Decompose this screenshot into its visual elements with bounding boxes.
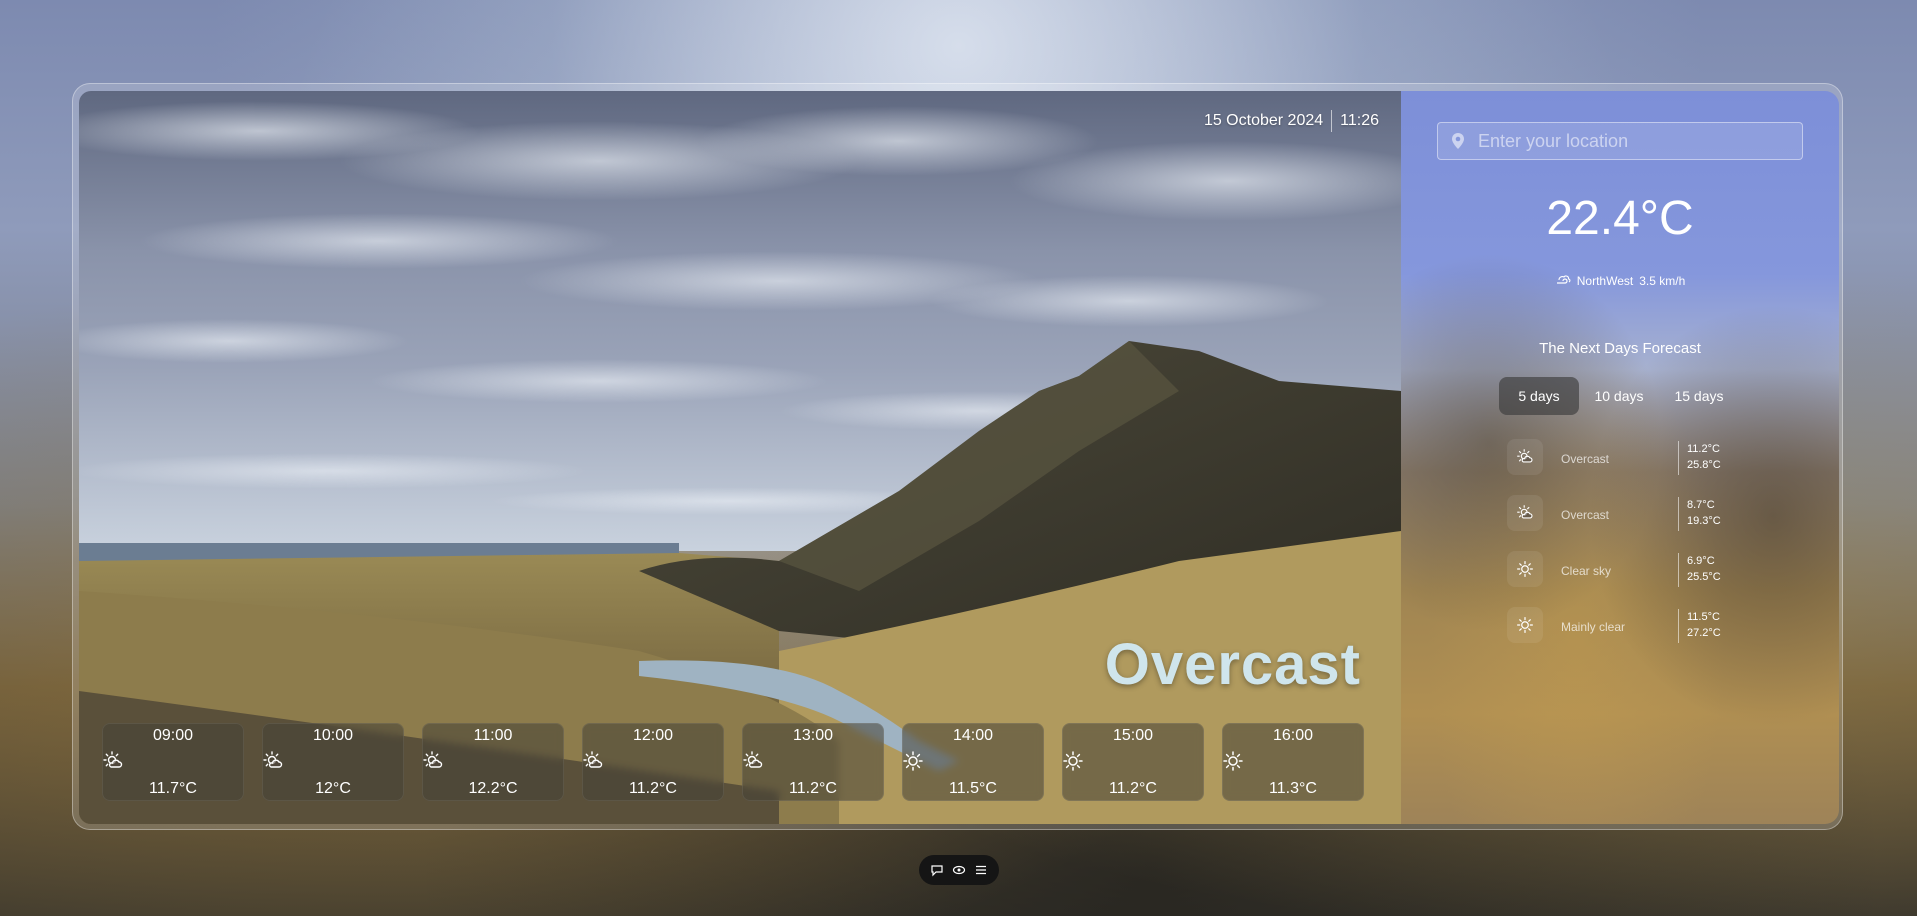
hour-time: 13:00: [792, 727, 834, 744]
date-label: 15 October 2024: [1203, 112, 1324, 129]
hour-time: 14:00: [952, 727, 994, 744]
eye-icon[interactable]: [951, 862, 967, 878]
forecast-day-row[interactable]: Overcast 8.7°C 19.3°C: [1507, 495, 1747, 535]
hour-temperature: 12°C: [315, 780, 351, 797]
landscape-image: [79, 91, 1401, 824]
partly-cloudy-icon: [1507, 495, 1543, 531]
day-low-temp: 8.7°C: [1687, 499, 1715, 511]
location-input[interactable]: [1476, 129, 1780, 153]
hour-card[interactable]: 11:00 12.2°C: [422, 723, 564, 801]
hour-time: 11:00: [473, 727, 513, 744]
hour-card[interactable]: 09:00 11.7°C: [102, 723, 244, 801]
hour-temperature: 12.2°C: [468, 780, 518, 797]
hour-time: 15:00: [1112, 727, 1154, 744]
weather-panel: 22.4°C NorthWest 3.5 km/h The Next Days …: [1401, 91, 1839, 824]
hour-temperature: 11.7°C: [149, 780, 197, 797]
partly-cloudy-icon: [742, 750, 884, 772]
day-high-temp: 25.8°C: [1687, 459, 1721, 471]
weather-scene: 15 October 2024 11:26 Overcast 09:00 11.…: [79, 91, 1401, 824]
hourly-forecast: 09:00 11.7°C 10:00 12°C 11:00 12.2°C 12:00 …: [102, 723, 1382, 801]
hour-card[interactable]: 12:00 11.2°C: [582, 723, 724, 801]
hour-time: 12:00: [632, 727, 674, 744]
day-low-temp: 6.9°C: [1687, 555, 1715, 567]
day-high-temp: 25.5°C: [1687, 571, 1721, 583]
hour-card[interactable]: 14:00 11.5°C: [902, 723, 1044, 801]
date-time-display: 15 October 2024 11:26: [1204, 110, 1379, 132]
sun-icon: [1507, 551, 1543, 587]
sun-icon: [1507, 607, 1543, 643]
partly-cloudy-icon: [262, 750, 404, 772]
time-label: 11:26: [1340, 112, 1379, 129]
hour-card[interactable]: 13:00 11.2°C: [742, 723, 884, 801]
hour-time: 10:00: [312, 727, 354, 744]
forecast-day-row[interactable]: Overcast 11.2°C 25.8°C: [1507, 439, 1747, 479]
tab-15-days[interactable]: 15 days: [1659, 377, 1739, 415]
wind-info: NorthWest 3.5 km/h: [1401, 274, 1839, 288]
daily-forecast-list: Overcast 11.2°C 25.8°C Overcast 8.7°C 19…: [1507, 439, 1747, 663]
current-condition: Overcast: [1104, 632, 1361, 697]
hour-card[interactable]: 16:00 11.3°C: [1222, 723, 1364, 801]
partly-cloudy-icon: [582, 750, 724, 772]
forecast-day-row[interactable]: Clear sky 6.9°C 25.5°C: [1507, 551, 1747, 591]
day-condition: Clear sky: [1561, 564, 1612, 578]
day-condition: Overcast: [1561, 452, 1610, 466]
partly-cloudy-icon: [1507, 439, 1543, 475]
day-low-temp: 11.5°C: [1687, 611, 1720, 623]
location-search[interactable]: [1437, 122, 1803, 160]
hour-card[interactable]: 10:00 12°C: [262, 723, 404, 801]
hour-card[interactable]: 15:00 11.2°C: [1062, 723, 1204, 801]
hour-temperature: 11.2°C: [629, 780, 677, 797]
partly-cloudy-icon: [422, 750, 564, 772]
divider: [1678, 553, 1679, 587]
tab-10-days[interactable]: 10 days: [1579, 377, 1659, 415]
sun-icon: [902, 750, 1044, 772]
tab-5-days[interactable]: 5 days: [1499, 377, 1579, 415]
divider: [1678, 497, 1679, 531]
current-temperature: 22.4°C: [1546, 192, 1694, 245]
day-high-temp: 19.3°C: [1687, 515, 1721, 527]
divider: [1678, 609, 1679, 643]
day-high-temp: 27.2°C: [1687, 627, 1721, 639]
hour-temperature: 11.3°C: [1269, 780, 1317, 797]
chat-icon[interactable]: [929, 862, 945, 878]
location-pin-icon: [1452, 133, 1464, 149]
divider: [1678, 441, 1679, 475]
hour-temperature: 11.2°C: [1109, 780, 1157, 797]
hour-temperature: 11.5°C: [949, 780, 997, 797]
hour-time: 09:00: [152, 727, 194, 744]
forecast-title: The Next Days Forecast: [1539, 340, 1701, 357]
day-low-temp: 11.2°C: [1687, 443, 1720, 455]
bottom-dock: [919, 855, 999, 885]
wind-direction: NorthWest: [1576, 274, 1634, 288]
day-condition: Overcast: [1561, 508, 1610, 522]
menu-icon[interactable]: [973, 862, 989, 878]
forecast-range-tabs: 5 days 10 days 15 days: [1499, 377, 1739, 415]
sun-icon: [1062, 750, 1204, 772]
wind-icon: [1556, 275, 1571, 284]
hour-temperature: 11.2°C: [789, 780, 837, 797]
hour-time: 16:00: [1272, 727, 1314, 744]
divider: [1331, 110, 1333, 132]
day-condition: Mainly clear: [1561, 620, 1626, 634]
partly-cloudy-icon: [102, 750, 244, 772]
sun-icon: [1222, 750, 1364, 772]
wind-speed: 3.5 km/h: [1639, 274, 1686, 288]
forecast-day-row[interactable]: Mainly clear 11.5°C 27.2°C: [1507, 607, 1747, 647]
